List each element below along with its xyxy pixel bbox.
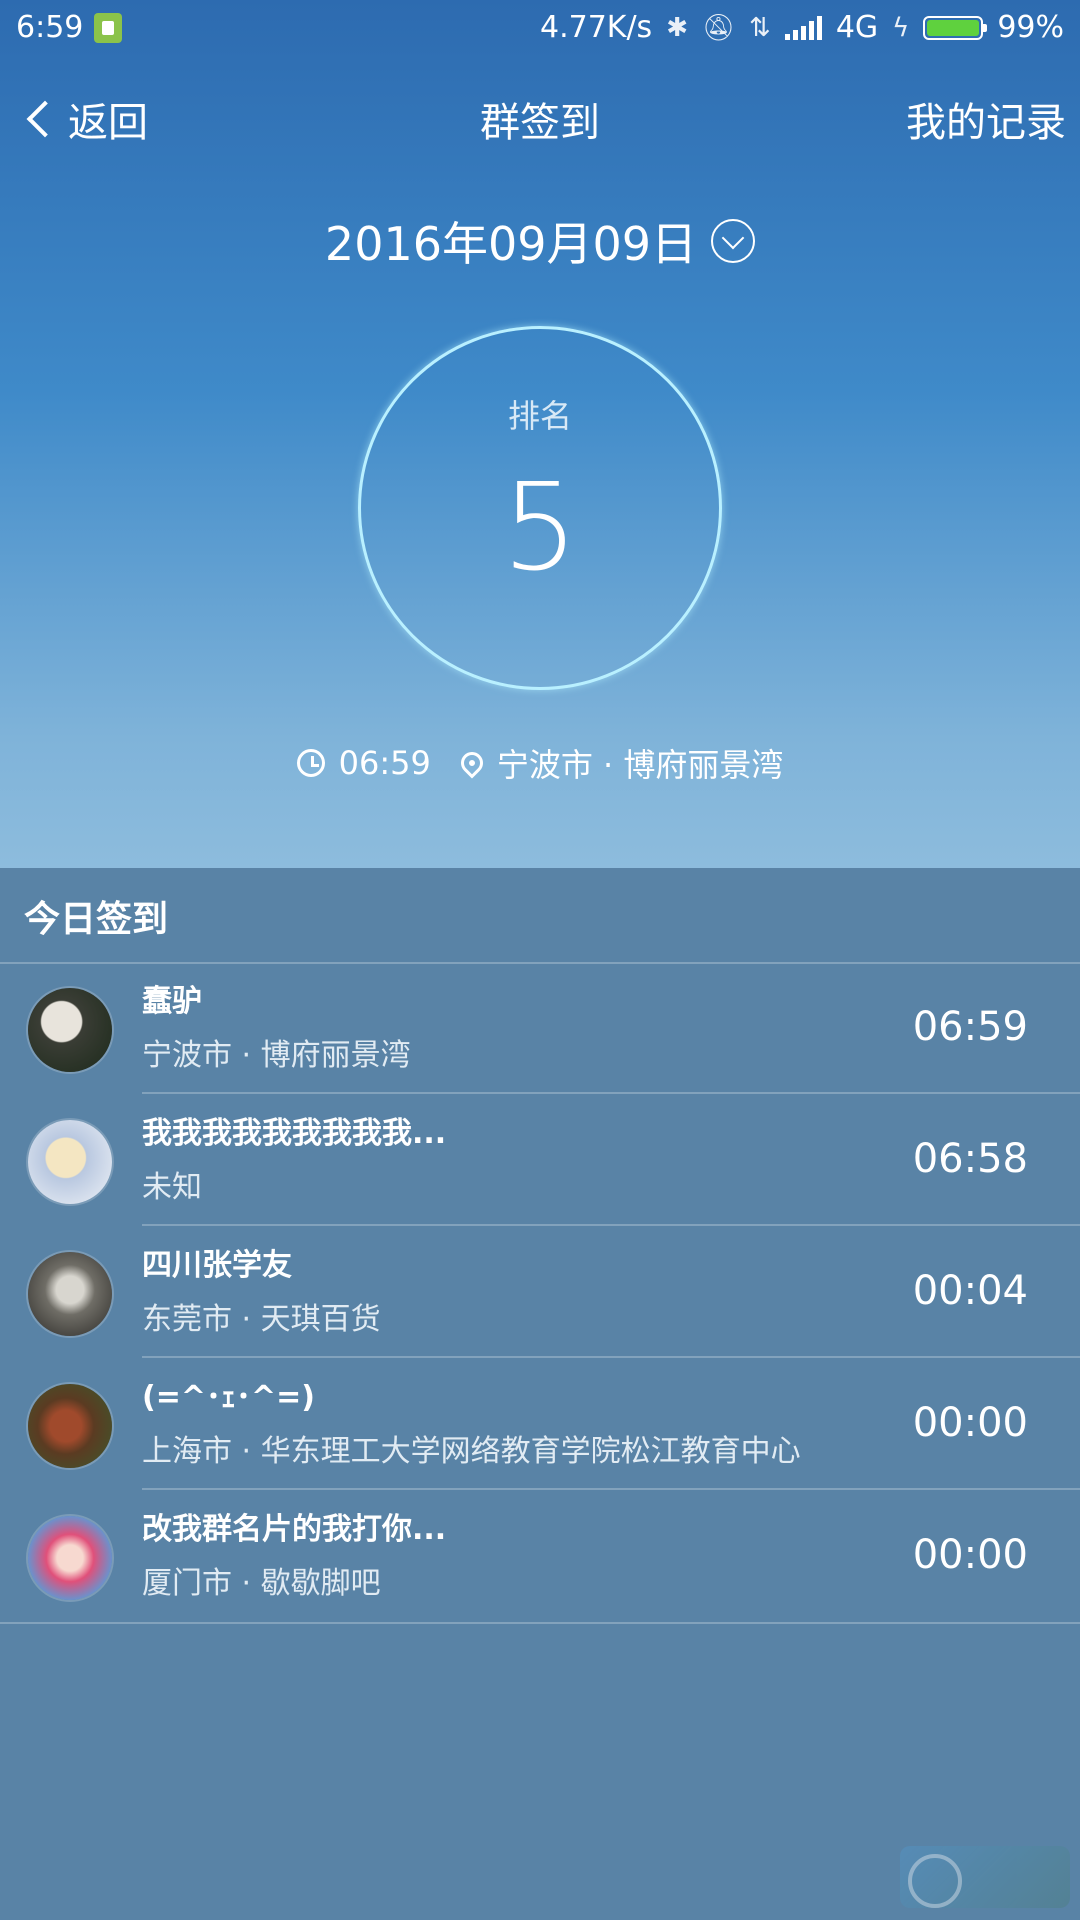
- list-item[interactable]: (=^･ｪ･^=) 上海市 · 华东理工大学网络教育学院松江教育中心 00:00: [0, 1360, 1080, 1490]
- list-item[interactable]: 蠢驴 宁波市 · 博府丽景湾 06:59: [0, 964, 1080, 1094]
- avatar: [28, 988, 112, 1072]
- member-time: 00:04: [912, 1268, 1028, 1314]
- member-name: 四川张学友: [142, 1248, 292, 1283]
- member-name: 蠢驴: [142, 984, 202, 1019]
- list-item[interactable]: 改我群名片的我打你... 厦门市 · 歇歇脚吧 00:00: [0, 1492, 1080, 1622]
- sim-icon: [94, 13, 122, 43]
- avatar: [28, 1252, 112, 1336]
- chevron-down-icon[interactable]: [711, 219, 756, 263]
- list-item[interactable]: 四川张学友 东莞市 · 天琪百货 00:04: [0, 1228, 1080, 1358]
- status-bar: 6:59 4.77K/s ✱ 🔕︎ ⇅ 4G ϟ 99%: [0, 0, 1080, 56]
- back-label: 返回: [68, 100, 148, 146]
- avatar: [28, 1120, 112, 1204]
- row-divider: [142, 1224, 1080, 1226]
- battery-percent: 99%: [997, 10, 1064, 45]
- checkin-time: 06:59: [338, 744, 431, 782]
- mute-icon: 🔕︎: [702, 12, 736, 43]
- checkin-location: 宁波市 · 博府丽景湾: [496, 746, 784, 784]
- charging-icon: ϟ: [892, 12, 910, 43]
- location-pin-icon: [456, 747, 488, 779]
- row-divider: [142, 1356, 1080, 1358]
- bluetooth-icon: ✱: [666, 12, 688, 43]
- watermark-logo: [900, 1846, 1070, 1908]
- member-location: 厦门市 · 歇歇脚吧: [142, 1566, 381, 1601]
- status-time: 6:59: [16, 10, 84, 45]
- rank-value: 5: [501, 459, 579, 598]
- member-time: 00:00: [912, 1400, 1028, 1446]
- avatar: [28, 1516, 112, 1600]
- rank-ring: 排名 5: [358, 326, 722, 690]
- battery-icon: [923, 15, 988, 40]
- member-time: 06:59: [912, 1004, 1028, 1050]
- date-selector[interactable]: 2016年09月09日: [0, 208, 1080, 274]
- member-name: 改我群名片的我打你...: [142, 1512, 447, 1547]
- back-button[interactable]: 返回: [20, 90, 148, 148]
- member-name: 我我我我我我我我我...: [142, 1116, 447, 1151]
- signal-icon: [784, 15, 822, 40]
- list-end-divider: [0, 1622, 1080, 1624]
- network-type: 4G: [835, 10, 879, 45]
- rank-label: 排名: [507, 397, 572, 435]
- member-location: 东莞市 · 天琪百货: [142, 1302, 381, 1337]
- member-location: 宁波市 · 博府丽景湾: [142, 1038, 411, 1073]
- chevron-left-icon: [26, 100, 64, 138]
- member-time: 00:00: [912, 1532, 1028, 1578]
- network-speed: 4.77K/s: [539, 10, 653, 45]
- section-title: 今日签到: [24, 899, 169, 940]
- member-location: 上海市 · 华东理工大学网络教育学院松江教育中心: [142, 1434, 801, 1469]
- list-item[interactable]: 我我我我我我我我我... 未知 06:58: [0, 1096, 1080, 1226]
- date-label: 2016年09月09日: [324, 217, 698, 271]
- member-location: 未知: [142, 1170, 202, 1205]
- avatar: [28, 1384, 112, 1468]
- checkin-meta: 06:59 宁波市 · 博府丽景湾: [0, 740, 1080, 786]
- row-divider: [142, 1092, 1080, 1094]
- member-time: 06:58: [912, 1136, 1028, 1182]
- member-name: (=^･ｪ･^=): [142, 1380, 315, 1415]
- data-arrows-icon: ⇅: [749, 12, 771, 43]
- my-records-button[interactable]: 我的记录: [906, 90, 1066, 148]
- nav-bar: 返回 群签到 我的记录: [0, 70, 1080, 160]
- clock-icon: [296, 749, 325, 777]
- status-right: 4.77K/s ✱ 🔕︎ ⇅ 4G ϟ 99%: [540, 10, 1064, 45]
- row-divider: [142, 1488, 1080, 1490]
